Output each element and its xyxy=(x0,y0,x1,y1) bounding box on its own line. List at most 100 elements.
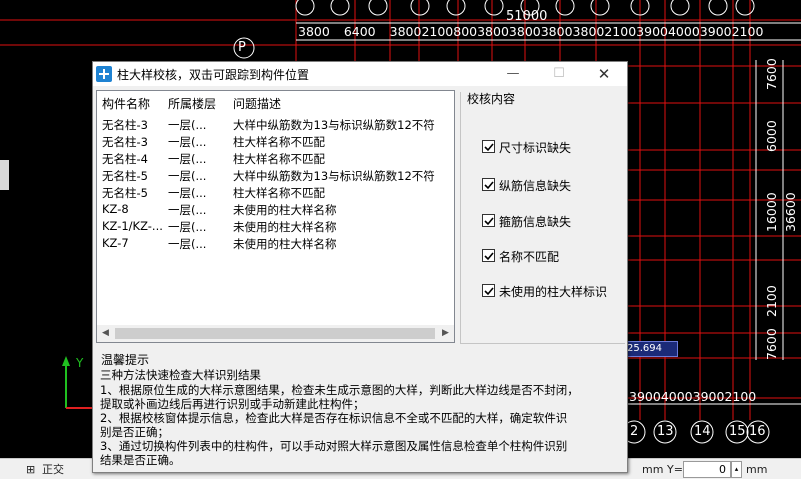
cell-name: 无名柱-4 xyxy=(102,152,148,166)
dim: 3800 xyxy=(508,24,541,39)
column-detail-check-dialog: 柱大样校核，双击可跟踪到构件位置 — ☐ ✕ 构件名称 所属楼层 问题描述 无名… xyxy=(92,61,628,473)
cell-floor: 一层(... xyxy=(168,186,207,200)
cell-description: 未使用的柱大样名称 xyxy=(233,237,337,251)
dim: 7600 xyxy=(764,58,779,90)
tip-line: 结果是否正确。 xyxy=(100,453,181,467)
dim: 36600 xyxy=(783,192,798,232)
dim: 2100 xyxy=(421,24,454,39)
cad-total-dimension: 51000 xyxy=(506,9,548,24)
table-row[interactable]: KZ-1/KZ-... 一层(... 未使用的柱大样名称 xyxy=(97,218,454,235)
cell-description: 大样中纵筋数为13与标识纵筋数12不符 xyxy=(233,169,435,183)
checkbox-checked-icon[interactable] xyxy=(482,249,495,262)
mm-unit-label: mm xyxy=(642,463,664,476)
cad-bottom-dimensions: 3900400039002100 xyxy=(629,389,756,404)
dim: 2100 xyxy=(764,285,779,317)
cell-name: KZ-8 xyxy=(102,202,129,216)
checkbox-checked-icon[interactable] xyxy=(482,214,495,227)
coordinate-readout: 25.694 xyxy=(622,341,678,357)
cad-top-dimensions: 3800 6400 38002100800380038003800380021003… xyxy=(298,24,801,40)
scroll-thumb[interactable] xyxy=(115,328,435,339)
cell-name: 无名柱-5 xyxy=(102,169,148,183)
dim: 3900 xyxy=(629,389,661,404)
axis-number: 16 xyxy=(749,424,766,439)
cell-description: 未使用的柱大样名称 xyxy=(233,203,337,217)
minimize-button[interactable]: — xyxy=(491,62,535,86)
dim: 2100 xyxy=(731,24,764,39)
horizontal-scrollbar[interactable]: ◀ ▶ xyxy=(97,325,454,342)
list-header: 构件名称 所属楼层 问题描述 xyxy=(97,91,454,113)
dim: 800 xyxy=(453,24,478,39)
ortho-icon[interactable]: ⊞ xyxy=(26,462,38,478)
checkbox-label: 未使用的柱大样标识 xyxy=(499,285,608,299)
table-row[interactable]: 无名柱-5 一层(... 大样中纵筋数为13与标识纵筋数12不符 xyxy=(97,167,454,184)
ortho-toggle[interactable]: 正交 xyxy=(42,462,64,478)
table-row[interactable]: KZ-8 一层(... 未使用的柱大样名称 xyxy=(97,201,454,218)
dim: 6400 xyxy=(343,24,376,39)
dim: 3900 xyxy=(636,24,668,39)
dim: 2100 xyxy=(604,24,637,39)
mm-unit-label: mm xyxy=(746,463,768,476)
dim: 3800 xyxy=(298,24,330,39)
cell-floor: 一层(... xyxy=(168,220,207,234)
tips-intro: 三种方法快速检查大样识别结果 xyxy=(100,368,261,382)
cell-description: 柱大样名称不匹配 xyxy=(233,186,325,200)
tips-panel: 温馨提示 三种方法快速检查大样识别结果 1、根据原位生成的大样示意图结果，检查未… xyxy=(96,349,627,470)
column-header-description[interactable]: 问题描述 xyxy=(233,95,281,112)
cell-name: KZ-1/KZ-... xyxy=(102,219,163,233)
cell-floor: 一层(... xyxy=(168,118,207,132)
y-coordinate-input[interactable]: 0 xyxy=(683,461,731,478)
cell-floor: 一层(... xyxy=(168,203,207,217)
app-icon xyxy=(96,66,112,82)
scroll-left-icon[interactable]: ◀ xyxy=(97,325,114,342)
dim: 3900 xyxy=(699,24,732,39)
tip-line: 2、根据校核窗体提示信息，检查此大样是否存在标识信息不全或不匹配的大样，确定软件… xyxy=(100,411,568,425)
table-row[interactable]: 无名柱-4 一层(... 柱大样名称不匹配 xyxy=(97,150,454,167)
cell-floor: 一层(... xyxy=(168,237,207,251)
table-row[interactable]: 无名柱-3 一层(... 大样中纵筋数为13与标识纵筋数12不符 xyxy=(97,116,454,133)
cell-name: 无名柱-3 xyxy=(102,135,148,149)
checkbox-checked-icon[interactable] xyxy=(482,178,495,191)
close-button[interactable]: ✕ xyxy=(582,62,626,86)
dim: 3900 xyxy=(692,389,725,404)
issue-list[interactable]: 构件名称 所属楼层 问题描述 无名柱-3 一层(... 大样中纵筋数为13与标识… xyxy=(96,90,455,343)
column-header-name[interactable]: 构件名称 xyxy=(102,95,150,112)
axis-number: 14 xyxy=(694,424,711,439)
cell-name: KZ-7 xyxy=(102,236,129,250)
scroll-right-icon[interactable]: ▶ xyxy=(437,325,454,342)
dim: 4000 xyxy=(667,24,700,39)
cell-name: 无名柱-5 xyxy=(102,186,148,200)
column-header-floor[interactable]: 所属楼层 xyxy=(168,95,216,112)
axis-number: 13 xyxy=(657,424,674,439)
cad-right-dimensions: 7600 6000 16000 36600 2100 7600 xyxy=(757,58,798,362)
ucs-y-label: Y xyxy=(76,356,84,370)
axis-number: 2 xyxy=(630,424,639,439)
cell-description: 未使用的柱大样名称 xyxy=(233,220,337,234)
maximize-button[interactable]: ☐ xyxy=(537,62,581,86)
cell-description: 大样中纵筋数为13与标识纵筋数12不符 xyxy=(233,118,435,132)
table-row[interactable]: 无名柱-3 一层(... 柱大样名称不匹配 xyxy=(97,133,454,150)
check-group-title: 校核内容 xyxy=(465,90,518,107)
dialog-titlebar[interactable]: 柱大样校核，双击可跟踪到构件位置 — ☐ ✕ xyxy=(93,62,627,86)
axis-numbers: 2 13 14 15 16 xyxy=(627,424,801,440)
checkbox-label: 纵筋信息缺失 xyxy=(499,179,572,193)
cell-floor: 一层(... xyxy=(168,169,207,183)
cell-floor: 一层(... xyxy=(168,152,207,166)
checkbox-checked-icon[interactable] xyxy=(482,140,495,153)
table-row[interactable]: 无名柱-5 一层(... 柱大样名称不匹配 xyxy=(97,184,454,201)
cell-floor: 一层(... xyxy=(168,135,207,149)
dim: 3800 xyxy=(540,24,573,39)
checkbox-label: 尺寸标识缺失 xyxy=(499,141,572,155)
cell-description: 柱大样名称不匹配 xyxy=(233,135,325,149)
check-options-group: 校核内容 尺寸标识缺失 纵筋信息缺失 箍筋信息缺失 名称不匹配 未使用的柱大样标… xyxy=(460,90,625,344)
checkbox-label: 名称不匹配 xyxy=(499,250,560,264)
axis-number: 15 xyxy=(729,424,746,439)
cell-description: 柱大样名称不匹配 xyxy=(233,152,325,166)
axis-label-p: P xyxy=(238,40,246,55)
checkbox-label: 箍筋信息缺失 xyxy=(499,215,572,229)
checkbox-checked-icon[interactable] xyxy=(482,284,495,297)
table-row[interactable]: KZ-7 一层(... 未使用的柱大样名称 xyxy=(97,235,454,252)
cell-name: 无名柱-3 xyxy=(102,118,148,132)
tips-title: 温馨提示 xyxy=(101,353,150,367)
y-spinner[interactable]: ▴ xyxy=(731,461,742,478)
dim: 4000 xyxy=(660,389,693,404)
